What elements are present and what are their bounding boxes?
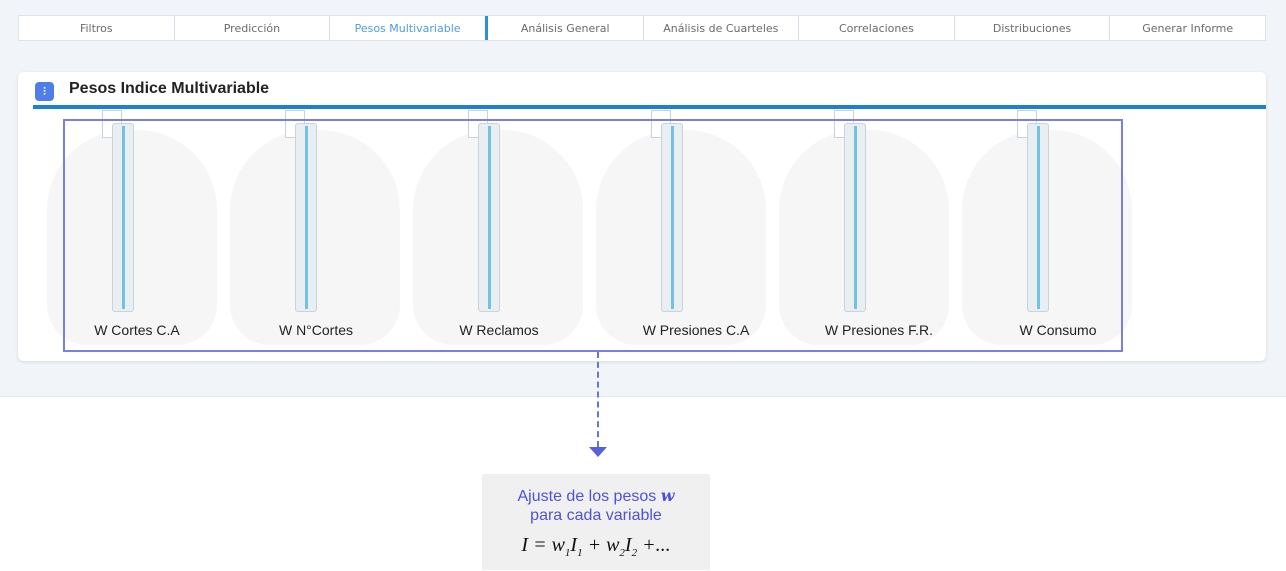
tab-generar-informe[interactable]: Generar Informe	[1110, 16, 1265, 40]
tab-filtros[interactable]: Filtros	[19, 16, 175, 40]
tab-analisis-general[interactable]: Análisis General	[488, 16, 644, 40]
annotation-highlight-box	[63, 119, 1123, 352]
annotation-callout: Ajuste de los pesos w para cada variable…	[482, 474, 710, 570]
tab-pesos-multivariable[interactable]: Pesos Multivariable	[330, 16, 488, 40]
tab-distribuciones[interactable]: Distribuciones	[955, 16, 1111, 40]
weight-symbol: w	[660, 486, 675, 505]
arrow-down-icon	[589, 447, 607, 457]
annotation-connector	[597, 352, 599, 447]
tab-prediccion[interactable]: Predicción	[175, 16, 331, 40]
callout-line-2: para cada variable	[530, 507, 662, 524]
tab-analisis-cuarteles[interactable]: Análisis de Cuarteles	[644, 16, 800, 40]
callout-line-1: Ajuste de los pesos w	[517, 486, 675, 505]
tab-correlaciones[interactable]: Correlaciones	[799, 16, 955, 40]
tab-bar: Filtros Predicción Pesos Multivariable A…	[18, 15, 1266, 41]
index-formula: I = w1I1 + w2I2 +...	[521, 534, 671, 559]
title-underline	[33, 105, 1266, 109]
